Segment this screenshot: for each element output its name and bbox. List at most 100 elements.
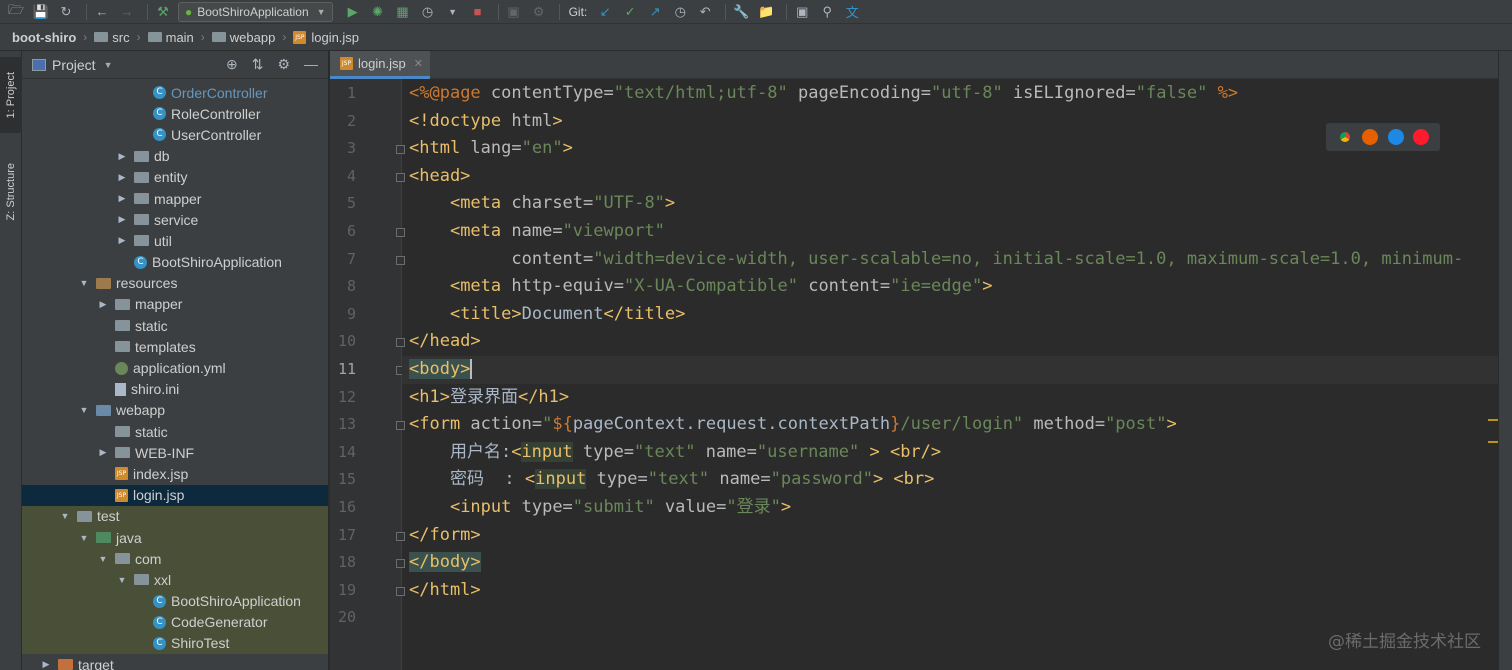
device-icon[interactable]: ▣ [504, 2, 524, 22]
debug-icon[interactable]: ✺ [368, 2, 388, 22]
chevron-down-icon[interactable]: ▼ [59, 511, 71, 521]
chevron-down-icon[interactable]: ▼ [116, 575, 128, 585]
run-configuration-select[interactable]: ● BootShiroApplication ▼ [178, 1, 333, 22]
tree-item[interactable]: ▼ xxl [22, 569, 328, 591]
attach-debugger-icon[interactable]: ⚙ [529, 2, 549, 22]
project-panel-title[interactable]: Project [52, 57, 96, 73]
opera-icon[interactable] [1413, 129, 1430, 145]
tree-item[interactable]: shiro.ini [22, 379, 328, 400]
chevron-down-icon[interactable]: ▼ [78, 405, 90, 415]
tree-item[interactable]: C ShiroTest [22, 632, 328, 655]
fold-marker-icon[interactable] [396, 586, 405, 596]
git-update-icon[interactable]: ↙ [595, 2, 615, 22]
tree-item[interactable]: static [22, 421, 328, 442]
fold-marker-icon[interactable] [396, 172, 405, 182]
tree-item[interactable]: ▼ java [22, 526, 328, 549]
breadcrumb-project[interactable]: boot-shiro [12, 30, 76, 45]
collapse-all-icon[interactable]: ⇅ [252, 56, 264, 73]
breadcrumb-src[interactable]: src [94, 30, 130, 45]
sync-icon[interactable]: ↻ [56, 2, 76, 22]
chevron-right-icon[interactable]: ▶ [116, 172, 128, 183]
chevron-down-icon[interactable]: ▼ [78, 533, 90, 543]
terminal-window-icon[interactable]: ▣ [792, 2, 812, 22]
chevron-right-icon[interactable]: ▶ [97, 447, 109, 458]
breadcrumb-webapp[interactable]: webapp [211, 30, 275, 45]
tree-item[interactable]: ▼ test [22, 505, 328, 527]
coverage-icon[interactable]: ▦ [393, 2, 413, 22]
tree-item[interactable]: ▶ service [22, 209, 328, 230]
fold-marker-icon[interactable] [396, 255, 405, 265]
history-clock-icon[interactable]: ◷ [670, 2, 690, 22]
breadcrumb-main[interactable]: main [147, 30, 194, 45]
fold-marker-icon[interactable] [396, 145, 405, 155]
chevron-down-icon[interactable]: ▼ [97, 554, 109, 564]
tree-item[interactable]: ▼ resources [22, 273, 328, 294]
tree-item[interactable]: ▶ entity [22, 167, 328, 188]
chevron-down-icon[interactable]: ▼ [104, 60, 113, 70]
git-commit-icon[interactable]: ✓ [620, 2, 640, 22]
tree-item[interactable]: C CodeGenerator [22, 611, 328, 633]
rollback-icon[interactable]: ↶ [695, 2, 715, 22]
code-line: <html lang="en"> [409, 135, 573, 163]
fold-marker-icon[interactable] [396, 559, 405, 569]
chevron-right-icon[interactable]: ▶ [116, 214, 128, 225]
chevron-right-icon[interactable]: ▶ [116, 235, 128, 246]
stop-icon[interactable]: ■ [468, 2, 488, 22]
forward-arrow-icon[interactable]: → [117, 2, 137, 22]
tool-tab-project[interactable]: 1: Project [0, 57, 22, 133]
tab-login-jsp[interactable]: JSP login.jsp ✕ [330, 51, 430, 79]
tree-item[interactable]: C OrderController [22, 82, 328, 103]
minimize-icon[interactable]: — [304, 56, 318, 73]
code-editor[interactable]: 1 2 3 4 5 6 7 8 9 10 11 12 13 14 15 16 17 18 19 20 <%@page … [330, 79, 1498, 670]
dropdown-icon[interactable]: ▼ [443, 2, 463, 22]
tree-item[interactable]: ▶ util [22, 230, 328, 251]
chevron-down-icon[interactable]: ▼ [78, 278, 90, 288]
fold-marker-icon[interactable] [396, 421, 405, 431]
translate-icon[interactable]: 文 [842, 2, 862, 22]
tree-item[interactable]: ▶ mapper [22, 294, 328, 315]
error-stripe-marker[interactable] [1488, 419, 1498, 421]
fold-marker-icon[interactable] [396, 531, 405, 541]
git-push-icon[interactable]: ↗ [645, 2, 665, 22]
back-arrow-icon[interactable]: ← [92, 2, 112, 22]
gear-icon[interactable]: ⚙ [277, 56, 290, 73]
safari-icon[interactable] [1387, 129, 1404, 145]
locate-target-icon[interactable]: ⊕ [226, 56, 238, 73]
open-folder-icon[interactable]: 🗁 [6, 2, 26, 22]
tree-item[interactable]: templates [22, 336, 328, 357]
firefox-icon[interactable] [1362, 129, 1379, 145]
chrome-icon[interactable] [1336, 129, 1353, 145]
profile-icon[interactable]: ◷ [418, 2, 438, 22]
run-icon[interactable]: ▶ [343, 2, 363, 22]
tree-item[interactable]: C BootShiroApplication [22, 590, 328, 612]
code-token: contentType= [480, 83, 614, 103]
save-icon[interactable]: 💾 [31, 2, 51, 22]
chevron-right-icon[interactable]: ▶ [116, 151, 128, 162]
tree-item[interactable]: C UserController [22, 124, 328, 145]
tree-item[interactable]: static [22, 315, 328, 336]
breadcrumb-file[interactable]: JSP login.jsp [293, 30, 359, 45]
chevron-right-icon[interactable]: ▶ [40, 659, 52, 670]
tool-tab-structure[interactable]: Z: Structure [0, 147, 22, 237]
tree-item[interactable]: JSP index.jsp [22, 463, 328, 484]
project-structure-icon[interactable]: 📁 [756, 2, 776, 22]
build-hammer-icon[interactable]: ⚒ [153, 2, 173, 22]
tree-item[interactable]: JSP login.jsp [22, 484, 328, 506]
tree-item[interactable]: ▶ mapper [22, 188, 328, 209]
chevron-right-icon[interactable]: ▶ [97, 299, 109, 310]
tree-item[interactable]: ▼ com [22, 548, 328, 570]
fold-marker-icon[interactable] [396, 338, 405, 348]
tree-item[interactable]: C BootShiroApplication [22, 252, 328, 273]
fold-marker-icon[interactable] [396, 228, 405, 237]
search-icon[interactable]: ⚲ [817, 2, 837, 22]
tree-item[interactable]: application.yml [22, 357, 328, 378]
error-stripe-marker[interactable] [1488, 441, 1498, 443]
tree-item[interactable]: ▶ WEB-INF [22, 442, 328, 463]
wrench-settings-icon[interactable]: 🔧 [731, 2, 751, 22]
tree-item[interactable]: C RoleController [22, 103, 328, 124]
tree-item[interactable]: ▶ db [22, 146, 328, 167]
chevron-right-icon[interactable]: ▶ [116, 193, 128, 204]
close-icon[interactable]: ✕ [414, 57, 423, 70]
tree-item[interactable]: ▼ webapp [22, 400, 328, 421]
tree-item[interactable]: ▶ target [22, 654, 328, 670]
